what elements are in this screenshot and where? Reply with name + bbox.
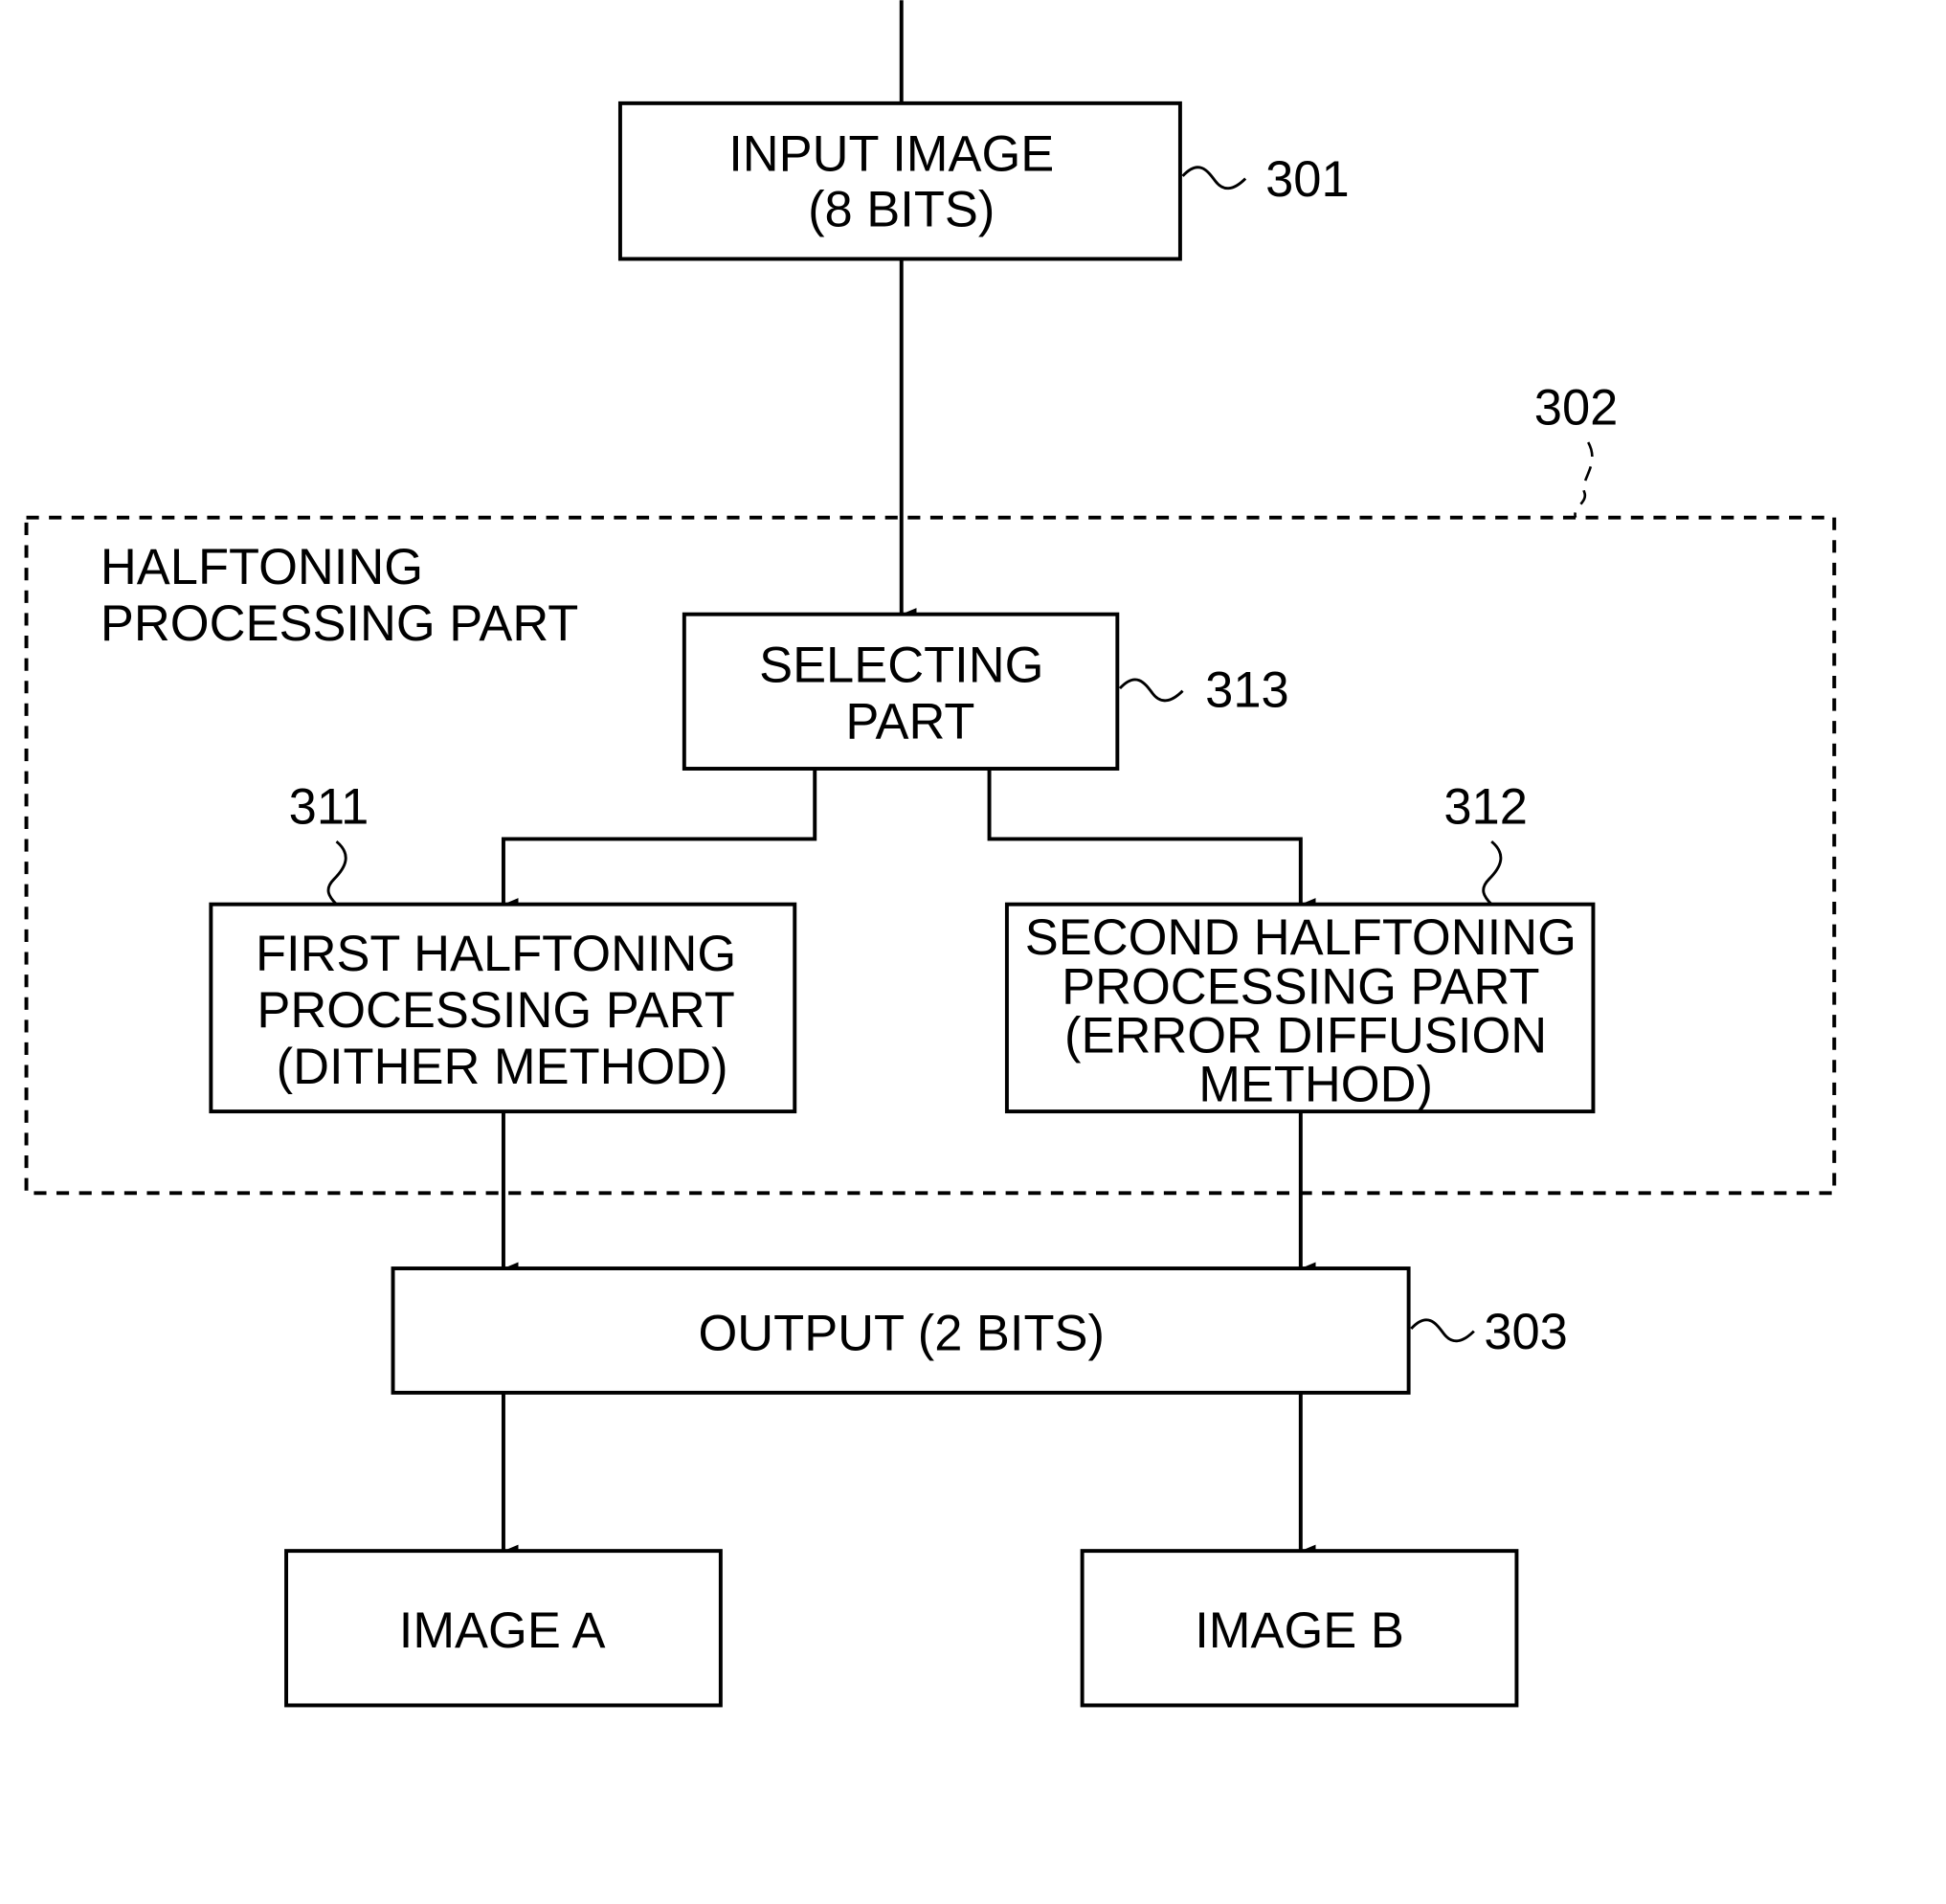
node-output: OUTPUT (2 BITS) 303 xyxy=(391,1266,1568,1395)
image-a-label: IMAGE A xyxy=(399,1603,606,1659)
edge-selecting-to-second xyxy=(987,769,1316,911)
leader-311-icon xyxy=(326,840,347,906)
node-selecting-part: SELECTING PART 313 xyxy=(682,612,1289,771)
second-halftoning-line1: SECOND HALFTONING xyxy=(1025,910,1577,966)
ref-303: 303 xyxy=(1484,1305,1568,1360)
diagram-canvas: HALFTONING PROCESSING PART 302 INPUT IMA… xyxy=(24,0,1837,1708)
first-halftoning-line3: (DITHER METHOD) xyxy=(277,1040,728,1095)
ref-301: 301 xyxy=(1265,152,1350,208)
input-image-line2: (8 BITS) xyxy=(808,182,995,237)
selecting-line1: SELECTING xyxy=(759,638,1043,694)
ref-302: 302 xyxy=(1534,381,1619,437)
ref-313: 313 xyxy=(1205,663,1289,719)
halftoning-label-line2: PROCESSING PART xyxy=(101,596,578,652)
leader-301-icon xyxy=(1181,166,1247,190)
first-halftoning-line2: PROCESSING PART xyxy=(257,983,734,1039)
second-halftoning-line2: PROCESSING PART xyxy=(1062,959,1539,1015)
first-halftoning-line1: FIRST HALFTONING xyxy=(256,927,736,982)
edge-selecting-to-first xyxy=(501,769,817,911)
leader-313-icon xyxy=(1118,678,1184,703)
node-input-image: INPUT IMAGE (8 BITS) 301 xyxy=(617,101,1350,261)
second-halftoning-line4: METHOD) xyxy=(1198,1058,1433,1113)
ref-311: 311 xyxy=(289,780,369,836)
leader-303-icon xyxy=(1410,1318,1475,1343)
node-image-b: IMAGE B xyxy=(1080,1549,1519,1708)
leader-302-icon xyxy=(1574,441,1594,519)
node-second-halftoning: 312 SECOND HALFTONING PROCESSING PART (E… xyxy=(1004,780,1596,1114)
halftoning-label-line1: HALFTONING xyxy=(101,540,423,595)
output-label: OUTPUT (2 BITS) xyxy=(698,1306,1105,1361)
second-halftoning-line3: (ERROR DIFFUSION xyxy=(1064,1008,1547,1064)
selecting-line2: PART xyxy=(845,695,974,750)
leader-312-icon xyxy=(1482,840,1503,906)
ref-312: 312 xyxy=(1443,780,1528,836)
input-image-line1: INPUT IMAGE xyxy=(728,127,1054,183)
node-first-halftoning: 311 FIRST HALFTONING PROCESSING PART (DI… xyxy=(209,780,797,1114)
node-image-a: IMAGE A xyxy=(284,1549,723,1708)
image-b-label: IMAGE B xyxy=(1195,1603,1404,1659)
